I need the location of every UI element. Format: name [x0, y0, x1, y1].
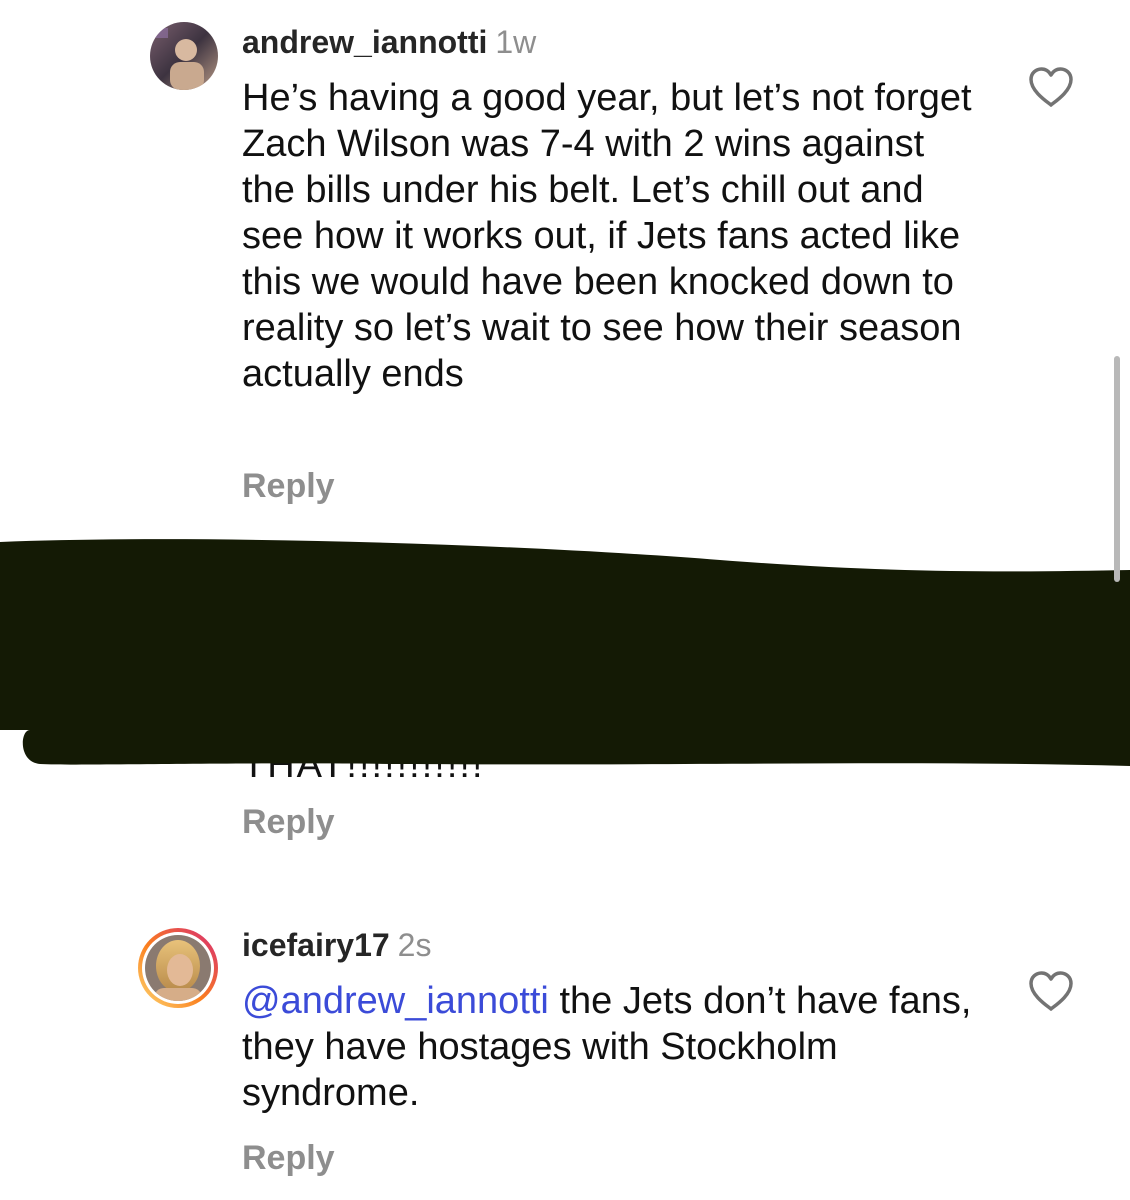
avatar-photo-icon: [150, 22, 218, 90]
reply-button[interactable]: Reply: [242, 466, 335, 506]
timestamp: 2s: [397, 927, 432, 963]
username[interactable]: icefairy17: [242, 927, 390, 963]
scrollbar-thumb[interactable]: [1114, 356, 1120, 582]
like-button[interactable]: [1028, 66, 1074, 113]
like-button[interactable]: [1028, 970, 1074, 1017]
comment-text: He’s having a good year, but let’s not f…: [242, 77, 972, 395]
heart-outline-icon: [1029, 971, 1073, 1011]
avatar-icefairy17[interactable]: [136, 926, 220, 1010]
username[interactable]: andrew_iannotti: [242, 24, 487, 60]
reply-button[interactable]: Reply: [242, 802, 335, 842]
mention-link[interactable]: @andrew_iannotti: [242, 980, 549, 1022]
story-ring-avatar-icon: [138, 928, 218, 1008]
comment-header: andrew_iannotti 1w: [242, 22, 536, 62]
comment-text: @andrew_iannotti the Jets don’t have fan…: [242, 978, 982, 1116]
comment-header: icefairy17 2s: [242, 925, 431, 965]
timestamp: 1w: [495, 24, 537, 60]
avatar-andrew-iannotti[interactable]: [150, 22, 218, 90]
heart-outline-icon: [1029, 67, 1073, 107]
comments-screen: andrew_iannotti 1w He’s having a good yea…: [0, 0, 1130, 1200]
reply-button[interactable]: Reply: [242, 1138, 335, 1178]
redaction-marker-overlay: [0, 539, 1130, 766]
